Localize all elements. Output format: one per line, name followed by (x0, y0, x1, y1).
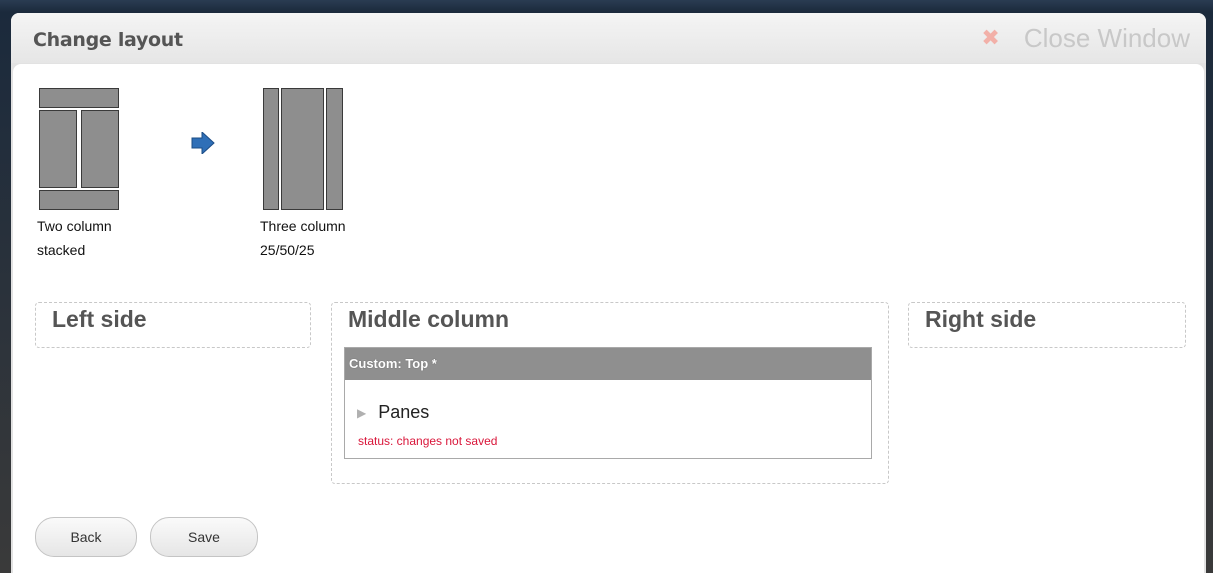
expand-triangle-icon: ▶ (357, 405, 367, 420)
close-x-icon: ✖ (981, 25, 1000, 51)
dialog-titlebar: Change layout ✖ Close Window (11, 13, 1206, 63)
pane-header[interactable]: Custom: Top * (345, 348, 871, 380)
new-layout-label: Three column 25/50/25 (260, 214, 346, 262)
change-layout-dialog: Change layout ✖ Close Window Two column … (11, 13, 1206, 573)
panes-label: Panes (378, 402, 430, 422)
dialog-content: Two column stacked Three column 25/50/25… (13, 64, 1204, 573)
region-right-title: Right side (925, 306, 1037, 332)
region-left-side[interactable]: Left side (35, 302, 311, 348)
dialog-title: Change layout (33, 29, 183, 51)
new-layout-variant: 25/50/25 (260, 242, 315, 258)
region-middle-column[interactable]: Middle column Custom: Top * ▶ Panes stat… (331, 302, 889, 484)
close-window-button[interactable]: ✖ Close Window (981, 21, 1190, 55)
status-text: status: changes not saved (358, 434, 498, 448)
arrow-right-icon (191, 132, 215, 154)
close-window-label: Close Window (1023, 22, 1190, 53)
current-layout-label: Two column stacked (37, 214, 112, 262)
region-right-side[interactable]: Right side (908, 302, 1186, 348)
two-column-stacked-thumbnail (39, 88, 119, 210)
current-layout-name: Two column (37, 218, 112, 234)
save-button[interactable]: Save (150, 517, 258, 557)
three-column-thumbnail (263, 88, 343, 210)
back-button[interactable]: Back (35, 517, 137, 557)
new-layout-name: Three column (260, 218, 346, 234)
current-layout-variant: stacked (37, 242, 86, 258)
region-left-title: Left side (52, 306, 147, 332)
panes-toggle[interactable]: ▶ Panes (357, 402, 429, 423)
region-middle-title: Middle column (348, 306, 509, 332)
pane-custom-top[interactable]: Custom: Top * ▶ Panes status: changes no… (344, 347, 872, 459)
